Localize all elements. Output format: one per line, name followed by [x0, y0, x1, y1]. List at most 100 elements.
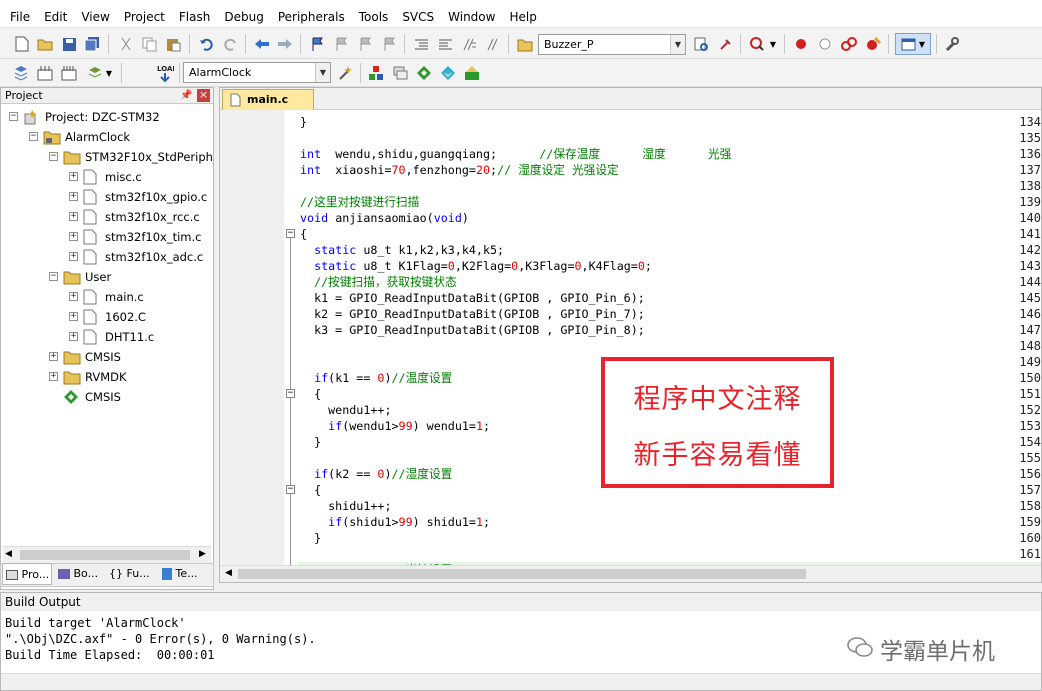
menu-flash[interactable]: Flash — [172, 6, 217, 28]
cut-icon[interactable] — [117, 35, 135, 53]
tree-target[interactable]: AlarmClock — [65, 130, 130, 144]
editor-hscrollbar[interactable]: ◀ — [220, 565, 1041, 582]
project-hscrollbar[interactable]: ◀ ▶ — [3, 546, 211, 563]
build-output-hscrollbar[interactable] — [1, 673, 1041, 690]
tab-functions[interactable]: {} Fu... — [106, 563, 156, 585]
scroll-thumb[interactable] — [20, 550, 190, 560]
debug-session-icon[interactable] — [748, 35, 766, 53]
fold-toggle-icon[interactable]: − — [286, 229, 295, 238]
pin-icon[interactable]: 📌 — [180, 88, 192, 103]
window-layout-button[interactable]: ▼ — [895, 33, 931, 55]
tree-expander[interactable]: − — [49, 152, 58, 161]
tree-group-stdperiph[interactable]: STM32F10x_StdPeriph_D — [85, 150, 213, 164]
tree-file[interactable]: DHT11.c — [105, 330, 154, 344]
save-all-icon[interactable] — [83, 35, 101, 53]
tree-expander[interactable]: − — [49, 272, 58, 281]
kill-breakpoints-icon[interactable] — [864, 35, 882, 53]
disable-breakpoint-icon[interactable] — [816, 35, 834, 53]
tree-component-cmsis[interactable]: CMSIS — [85, 390, 121, 404]
bookmark-next-icon[interactable] — [356, 35, 374, 53]
target-options-icon[interactable] — [337, 64, 355, 82]
uncomment-icon[interactable] — [484, 35, 502, 53]
tree-file[interactable]: main.c — [105, 290, 144, 304]
menu-debug[interactable]: Debug — [217, 6, 270, 28]
menu-edit[interactable]: Edit — [37, 6, 74, 28]
chevron-down-icon[interactable]: ▼ — [768, 35, 778, 53]
indent-icon[interactable] — [412, 35, 430, 53]
tree-file[interactable]: stm32f10x_tim.c — [105, 230, 201, 244]
tab-books[interactable]: Bo... — [55, 563, 103, 585]
bookmark-prev-icon[interactable] — [332, 35, 350, 53]
tree-expander[interactable]: + — [69, 292, 78, 301]
tree-group-user[interactable]: User — [85, 270, 111, 284]
chevron-down-icon[interactable]: ▼ — [315, 63, 330, 82]
comment-icon[interactable] — [460, 35, 478, 53]
tree-file[interactable]: stm32f10x_adc.c — [105, 250, 203, 264]
build-icon[interactable] — [36, 64, 54, 82]
scroll-left-icon[interactable]: ◀ — [5, 549, 12, 559]
tab-templates[interactable]: Te... — [159, 563, 209, 585]
fold-toggle-icon[interactable]: − — [286, 485, 295, 494]
copy-icon[interactable] — [140, 35, 158, 53]
tab-main-c[interactable]: main.c — [222, 89, 314, 110]
paste-icon[interactable] — [164, 35, 182, 53]
tree-file[interactable]: stm32f10x_gpio.c — [105, 190, 207, 204]
menu-window[interactable]: Window — [441, 6, 502, 28]
rebuild-icon[interactable] — [60, 64, 78, 82]
tree-file[interactable]: 1602.C — [105, 310, 146, 324]
fold-toggle-icon[interactable]: − — [286, 389, 295, 398]
menu-svcs[interactable]: SVCS — [395, 6, 441, 28]
pack-update-icon[interactable] — [463, 64, 481, 82]
menu-peripherals[interactable]: Peripherals — [271, 6, 352, 28]
close-pane-button[interactable]: × — [197, 89, 210, 102]
chevron-down-icon[interactable]: ▼ — [670, 35, 685, 54]
configure-icon[interactable] — [942, 35, 960, 53]
code-area[interactable]: 134 135 136 137 138 139 140 141 142 143 … — [220, 110, 1041, 565]
tree-file[interactable]: misc.c — [105, 170, 142, 184]
tree-expander[interactable]: + — [69, 212, 78, 221]
batch-build-icon[interactable] — [86, 64, 104, 82]
tree-project-root[interactable]: Project: DZC-STM32 — [45, 110, 160, 124]
pack-installer-icon[interactable] — [439, 64, 457, 82]
tree-expander[interactable]: − — [29, 132, 38, 141]
tree-expander[interactable]: + — [69, 232, 78, 241]
disable-all-breakpoints-icon[interactable] — [840, 35, 858, 53]
nav-back-icon[interactable] — [253, 35, 271, 53]
menu-project[interactable]: Project — [117, 6, 172, 28]
new-file-icon[interactable] — [13, 35, 31, 53]
bookmark-clear-icon[interactable] — [380, 35, 398, 53]
translate-icon[interactable] — [12, 64, 30, 82]
target-combo[interactable]: AlarmClock ▼ — [183, 62, 331, 83]
menu-view[interactable]: View — [74, 6, 116, 28]
tree-expander[interactable]: − — [9, 112, 18, 121]
redo-icon[interactable] — [221, 35, 239, 53]
unindent-icon[interactable] — [436, 35, 454, 53]
find-icon[interactable] — [692, 35, 710, 53]
chevron-down-icon[interactable]: ▼ — [104, 64, 114, 82]
manage-project-items-icon[interactable] — [367, 64, 385, 82]
menu-help[interactable]: Help — [502, 6, 543, 28]
menu-file[interactable]: File — [3, 6, 37, 28]
nav-forward-icon[interactable] — [276, 35, 294, 53]
incremental-find-icon[interactable] — [716, 35, 734, 53]
find-combo[interactable]: Buzzer_P ▼ — [538, 34, 686, 55]
tree-group-rvmdk[interactable]: RVMDK — [85, 370, 127, 384]
find-in-files-icon[interactable] — [516, 35, 534, 53]
open-folder-icon[interactable] — [36, 35, 54, 53]
breakpoint-icon[interactable] — [792, 35, 810, 53]
tree-expander[interactable]: + — [69, 312, 78, 321]
undo-icon[interactable] — [197, 35, 215, 53]
menu-tools[interactable]: Tools — [352, 6, 396, 28]
tree-expander[interactable]: + — [49, 352, 58, 361]
tree-expander[interactable]: + — [69, 192, 78, 201]
scroll-thumb[interactable] — [238, 569, 806, 579]
select-packs-icon[interactable] — [391, 64, 409, 82]
download-icon[interactable]: LOAD — [155, 62, 175, 84]
scroll-left-icon[interactable]: ◀ — [225, 568, 232, 578]
tab-project[interactable]: Pro... — [2, 563, 52, 585]
manage-rte-icon[interactable] — [415, 64, 433, 82]
bookmark-icon[interactable] — [308, 35, 326, 53]
tree-group-cmsis[interactable]: CMSIS — [85, 350, 121, 364]
scroll-right-icon[interactable]: ▶ — [199, 549, 206, 559]
tree-expander[interactable]: + — [69, 252, 78, 261]
